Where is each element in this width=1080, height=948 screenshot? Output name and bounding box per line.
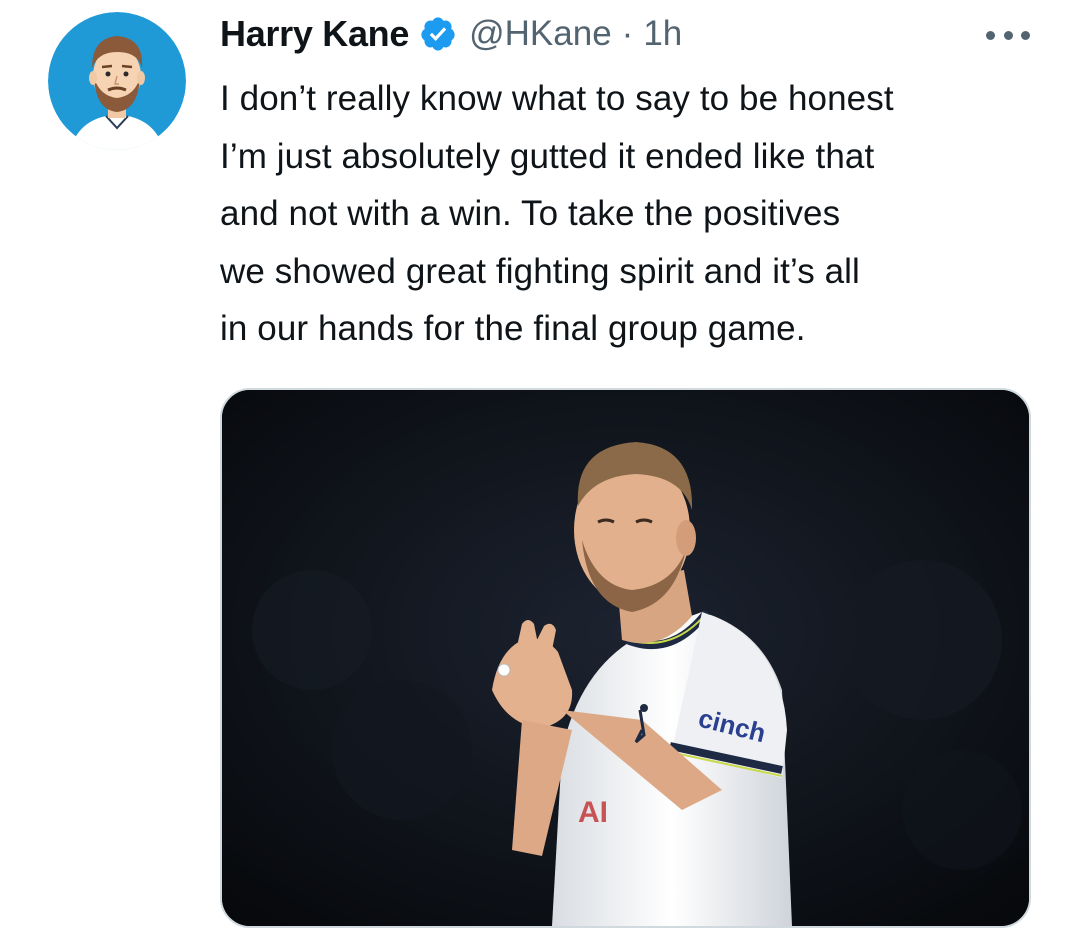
more-dot bbox=[1003, 30, 1013, 40]
tweet-photo[interactable]: cinch AI bbox=[220, 388, 1031, 928]
more-dot bbox=[1021, 30, 1030, 40]
tweet-text: I don’t really know what to say to be ho… bbox=[220, 70, 1060, 358]
tweet-text-line: I don’t really know what to say to be ho… bbox=[220, 79, 894, 118]
tweet-text-line: in our hands for the final group game. bbox=[220, 309, 806, 348]
tweet-text-line: we showed great fighting spirit and it’s… bbox=[220, 251, 860, 291]
verified-badge-icon bbox=[419, 15, 457, 53]
avatar[interactable] bbox=[48, 12, 186, 150]
tweet-text-line: and not with a win. To take the positive… bbox=[220, 194, 841, 233]
tweet-card[interactable]: Harry Kane @HKane · 1h I don’t really kn… bbox=[0, 0, 1080, 948]
more-dot bbox=[986, 30, 995, 40]
sleeve-lettering: AI bbox=[578, 796, 608, 829]
separator-dot: · bbox=[621, 14, 634, 53]
timestamp[interactable]: 1h bbox=[643, 14, 682, 54]
tweet-header: Harry Kane @HKane · 1h bbox=[220, 10, 682, 58]
user-handle[interactable]: @HKane bbox=[469, 14, 612, 54]
more-horizontal-icon[interactable] bbox=[986, 24, 1030, 46]
tweet-text-line: I’m just absolutely gutted it ended like… bbox=[220, 136, 875, 176]
player-photo-illustration: cinch AI bbox=[222, 390, 1029, 926]
display-name[interactable]: Harry Kane bbox=[220, 13, 409, 55]
avatar-illustration bbox=[48, 12, 186, 150]
